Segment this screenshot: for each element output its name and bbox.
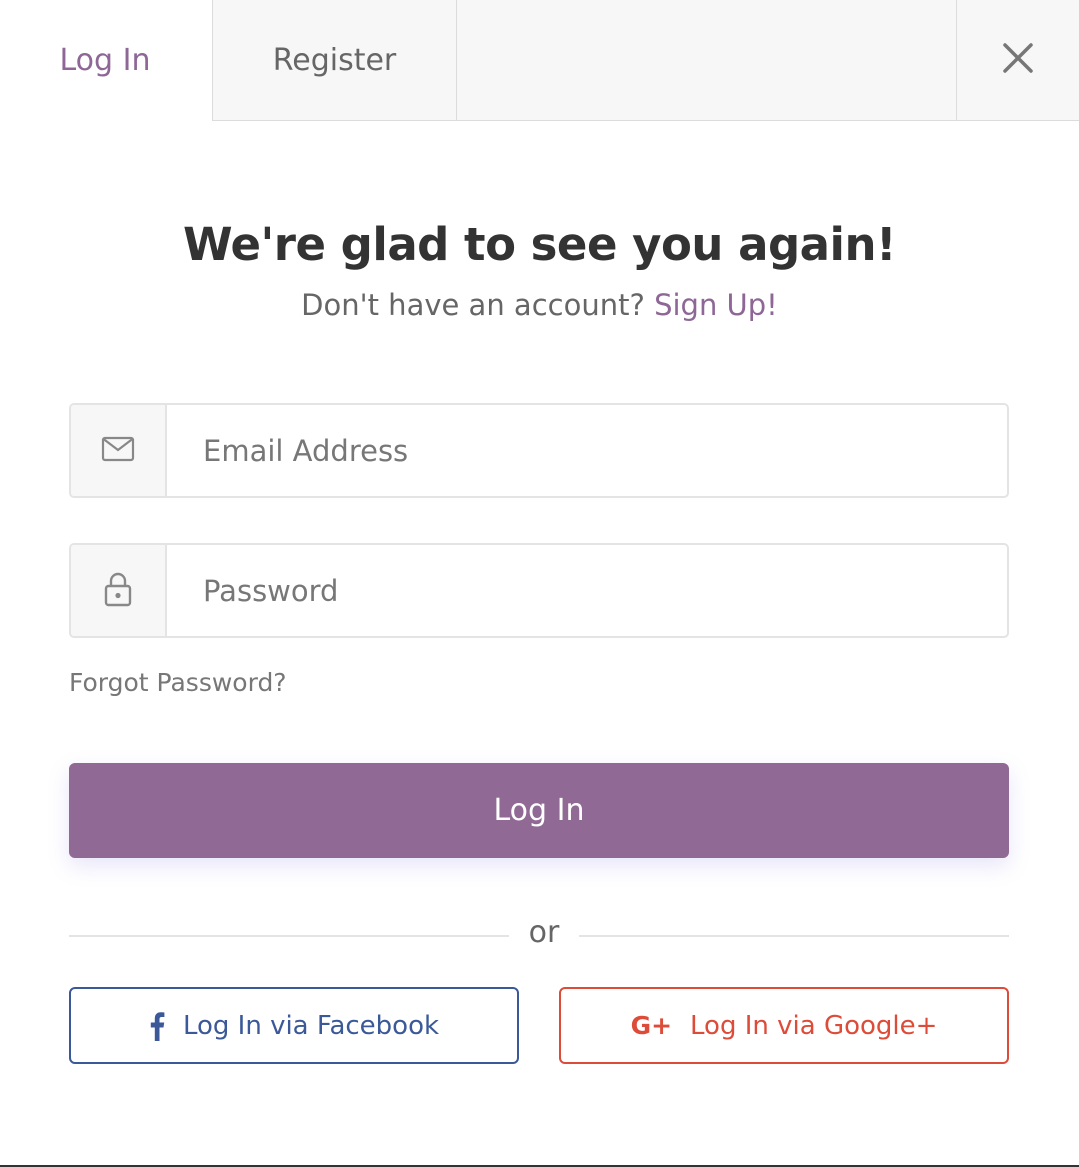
tab-bar-spacer [456,0,956,121]
signup-prompt: Don't have an account? Sign Up! [0,288,1079,322]
lock-icon [104,571,132,611]
tab-bar: Log In Register [0,0,1079,121]
facebook-icon [149,1011,165,1041]
envelope-icon [101,436,135,466]
email-addon [71,405,167,496]
login-modal: Log In Register We're glad to see you ag… [0,0,1079,1167]
tab-register[interactable]: Register [212,0,456,121]
divider-or: or [528,915,560,950]
facebook-login-button[interactable]: Log In via Facebook [69,987,519,1064]
forgot-password-link[interactable]: Forgot Password? [69,668,287,697]
divider-line-right [579,935,1009,937]
signup-link[interactable]: Sign Up! [654,288,778,322]
login-button[interactable]: Log In [69,763,1009,858]
facebook-login-label: Log In via Facebook [182,1010,440,1041]
divider-line-left [69,935,509,937]
google-plus-icon: G+ [630,1011,673,1040]
google-login-button[interactable]: G+ Log In via Google+ [559,987,1009,1064]
email-field [69,403,1009,498]
google-login-label: Log In via Google+ [690,1010,938,1041]
close-icon [1002,42,1034,78]
password-field [69,543,1009,638]
page-title: We're glad to see you again! [182,218,897,271]
signup-prompt-text: Don't have an account? [301,288,645,322]
password-addon [71,545,167,636]
tab-login[interactable]: Log In [0,0,212,121]
close-button[interactable] [956,0,1079,121]
password-input[interactable] [167,545,1007,636]
email-input[interactable] [167,405,1007,496]
